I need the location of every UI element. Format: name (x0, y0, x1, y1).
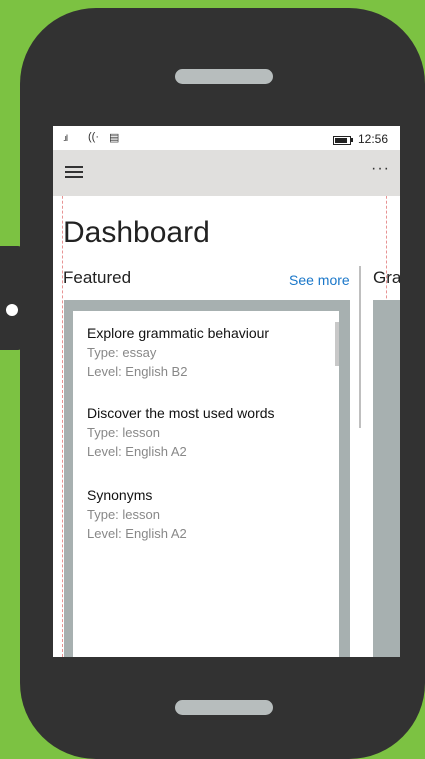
battery-icon (333, 136, 351, 145)
featured-title: Featured (63, 268, 132, 287)
scroll-divider (359, 266, 361, 428)
status-time: 12:56 (358, 132, 389, 146)
phone-speaker (175, 69, 273, 84)
see-more-link[interactable]: See more (289, 272, 350, 288)
item-level: Level: English A2 (87, 444, 187, 459)
second-section-panel (373, 300, 400, 657)
battery-tip (351, 138, 353, 142)
side-tab-dot (6, 304, 18, 316)
guide-line-left (62, 126, 63, 657)
item-type: Type: lesson (87, 507, 160, 522)
featured-item[interactable]: Synonyms Type: lesson Level: English A2 (87, 486, 187, 543)
status-bar: .ıl ((· ▤ 12:56 (53, 126, 400, 150)
item-level: Level: English B2 (87, 364, 188, 379)
item-type: Type: essay (87, 345, 157, 360)
featured-item[interactable]: Explore grammatic behaviour Type: essay … (87, 324, 269, 381)
item-title: Synonyms (87, 487, 153, 503)
featured-item[interactable]: Discover the most used words Type: lesso… (87, 404, 275, 461)
phone-screen: .ıl ((· ▤ 12:56 ··· Dashboard Featured S… (53, 126, 400, 657)
item-title: Explore grammatic behaviour (87, 325, 270, 341)
side-tab (0, 246, 22, 350)
item-type: Type: lesson (87, 425, 160, 440)
message-icon: ▤ (109, 132, 120, 144)
item-level: Level: English A2 (87, 526, 187, 541)
item-title: Discover the most used words (87, 405, 275, 421)
app-bar: ··· (53, 150, 400, 196)
phone-home-button[interactable] (175, 700, 273, 715)
page-title: Dashboard (63, 216, 210, 249)
hamburger-icon[interactable] (65, 166, 83, 179)
second-section-title: Gra (373, 268, 400, 287)
more-options-button[interactable]: ··· (371, 160, 390, 178)
signal-icon: .ıl (63, 133, 68, 143)
card-scrollbar[interactable] (335, 322, 339, 366)
wifi-icon: ((· (88, 131, 99, 143)
